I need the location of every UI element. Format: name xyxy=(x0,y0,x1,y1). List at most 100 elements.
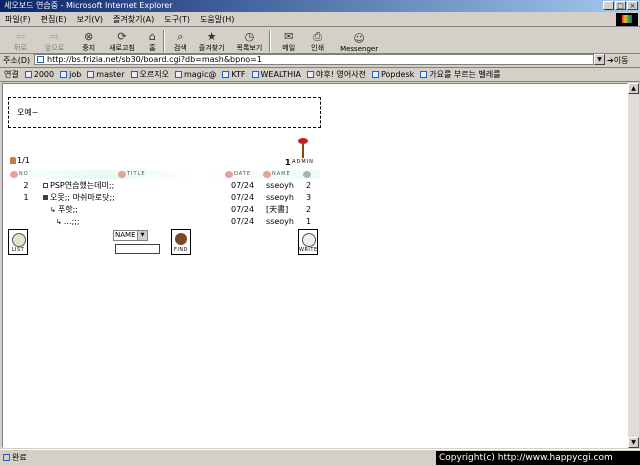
search-button[interactable]: ⌕ 검색 xyxy=(174,29,187,53)
link-item[interactable]: KTF xyxy=(222,70,246,79)
menu-bar: 파일(F) 편집(E) 보기(V) 즐겨찾기(A) 도구(T) 도움말(H) xyxy=(0,12,640,27)
address-input[interactable]: http://bs.frizia.net/sb30/board.cgi?db=m… xyxy=(34,54,594,65)
post-icon xyxy=(43,195,48,200)
link-item[interactable]: WEALTHIA xyxy=(251,70,301,79)
messenger-icon: ☺ xyxy=(353,32,365,45)
notice-text: 오예~ xyxy=(17,108,39,117)
link-page-icon xyxy=(174,70,182,78)
find-button[interactable]: FIND xyxy=(171,229,191,255)
scroll-up-button[interactable]: ▲ xyxy=(628,83,639,94)
mail-icon: ✉ xyxy=(284,30,294,43)
search-field-select[interactable]: NAME ▼ xyxy=(113,230,148,241)
copyright-banner: Copyright(c) http://www.happycgi.com xyxy=(436,451,640,465)
windows-logo-icon xyxy=(616,13,638,26)
vertical-scrollbar[interactable]: ▲ ▼ xyxy=(628,83,639,448)
chevron-down-icon: ▼ xyxy=(137,231,147,240)
author-link[interactable]: sseoyh xyxy=(266,180,294,192)
close-button[interactable]: × xyxy=(627,1,638,10)
header-bubble-icon xyxy=(118,170,126,178)
refresh-icon: ⟳ xyxy=(117,30,127,43)
search-icon: ⌕ xyxy=(177,30,184,43)
home-icon: ⌂ xyxy=(148,30,156,43)
post-title-link[interactable]: PSP연습했는데미;; xyxy=(43,180,114,192)
address-url: http://bs.frizia.net/sb30/board.cgi?db=m… xyxy=(47,55,262,64)
write-character-icon xyxy=(302,233,316,247)
forward-button[interactable]: ⇨ 앞으로 xyxy=(45,29,64,53)
admin-button[interactable]: ADMIN 1 xyxy=(285,138,318,167)
maximize-button[interactable]: □ xyxy=(615,1,626,10)
print-button[interactable]: ⎙ 인쇄 xyxy=(311,29,324,53)
toolbar-separator xyxy=(162,30,165,52)
list-character-icon xyxy=(12,233,26,247)
header-title: TITLE xyxy=(118,169,146,179)
address-label: 주소(D) xyxy=(3,55,31,65)
back-button[interactable]: ⇦ 뒤로 xyxy=(14,29,27,53)
messenger-button[interactable]: ☺ Messenger xyxy=(340,29,378,54)
go-button[interactable]: ➔이동 xyxy=(607,55,628,66)
page-count: 1/1 xyxy=(10,156,30,165)
stop-button[interactable]: ⊗ 중지 xyxy=(82,29,95,53)
menu-favorites[interactable]: 즐겨찾기(A) xyxy=(108,14,159,25)
write-button[interactable]: WRITE xyxy=(298,229,318,255)
links-bar: 연결 2000 job master 오르지오 magic@ KTF WEALT… xyxy=(0,67,640,82)
scroll-down-button[interactable]: ▼ xyxy=(628,437,639,448)
forward-arrow-icon: ⇨ xyxy=(49,30,60,43)
page-counter-icon xyxy=(10,157,16,164)
links-label: 연결 xyxy=(4,69,19,79)
link-item[interactable]: Popdesk xyxy=(371,70,414,79)
favorites-icon: ★ xyxy=(206,30,217,43)
reply-arrow-icon: ↳ xyxy=(56,218,62,226)
stop-icon: ⊗ xyxy=(84,30,94,43)
admin-count: 1 xyxy=(285,158,291,167)
header-bubble-icon xyxy=(10,170,18,178)
link-item[interactable]: job xyxy=(60,70,81,79)
menu-help[interactable]: 도움말(H) xyxy=(195,14,239,25)
admin-label: ADMIN xyxy=(292,159,314,165)
history-button[interactable]: ◷ 목록보기 xyxy=(237,29,263,53)
mail-button[interactable]: ✉ 메일 xyxy=(282,29,295,53)
author-link[interactable]: [天書] xyxy=(266,204,288,216)
author-link[interactable]: sseoyh xyxy=(266,216,294,228)
list-button[interactable]: LIST xyxy=(8,229,28,255)
link-item[interactable]: master xyxy=(87,70,125,79)
table-row: 2 PSP연습했는데미;; 07/24 sseoyh 2 xyxy=(23,180,312,192)
history-icon: ◷ xyxy=(244,30,255,43)
link-page-icon xyxy=(24,70,32,78)
link-item[interactable]: 오르지오 xyxy=(130,69,169,80)
link-page-icon xyxy=(251,70,259,78)
header-no: NO xyxy=(10,169,29,179)
printer-icon: ⎙ xyxy=(313,30,323,43)
link-page-icon xyxy=(130,70,138,78)
link-page-icon xyxy=(371,70,379,78)
address-dropdown-button[interactable]: ▼ xyxy=(594,54,605,65)
menu-tools[interactable]: 도구(T) xyxy=(159,14,195,25)
post-title-link[interactable]: ↳...;;; xyxy=(56,216,80,228)
menu-view[interactable]: 보기(V) xyxy=(72,14,108,25)
header-hit-icon xyxy=(303,169,312,179)
favorites-button[interactable]: ★ 즐겨찾기 xyxy=(199,29,225,53)
post-title-link[interactable]: 오못;; 마쉬마로닷;; xyxy=(43,192,115,204)
author-link[interactable]: sseoyh xyxy=(266,192,294,204)
notice-box: 오예~ xyxy=(8,97,321,128)
find-character-icon xyxy=(175,233,187,245)
table-row: ↳...;;; 07/24 sseoyh 1 xyxy=(56,216,312,228)
refresh-button[interactable]: ⟳ 새로고침 xyxy=(109,29,135,53)
link-item[interactable]: magic@ xyxy=(174,70,216,79)
menu-edit[interactable]: 편집(E) xyxy=(36,14,72,25)
post-title-link[interactable]: ↳ 푸핫;; xyxy=(50,204,78,216)
link-item[interactable]: 가요를 부르는 벨레를 xyxy=(420,69,501,80)
reply-arrow-icon: ↳ xyxy=(50,206,56,214)
window-controls: _ □ × xyxy=(603,1,638,10)
header-bubble-icon xyxy=(225,170,233,178)
link-item[interactable]: 2000 xyxy=(24,70,54,79)
header-date: DATE xyxy=(225,169,251,179)
minimize-button[interactable]: _ xyxy=(603,1,614,10)
home-button[interactable]: ⌂ 홈 xyxy=(149,29,156,53)
title-bar: 세오보드 연습중 - Microsoft Internet Explorer _… xyxy=(0,0,640,12)
table-row: 1 오못;; 마쉬마로닷;; 07/24 sseoyh 3 xyxy=(23,192,312,204)
menu-file[interactable]: 파일(F) xyxy=(0,14,36,25)
search-input[interactable] xyxy=(115,244,160,254)
link-item[interactable]: 야후! 영어사전 xyxy=(307,69,366,80)
link-page-icon xyxy=(307,70,315,78)
toolbar-separator xyxy=(269,30,272,52)
